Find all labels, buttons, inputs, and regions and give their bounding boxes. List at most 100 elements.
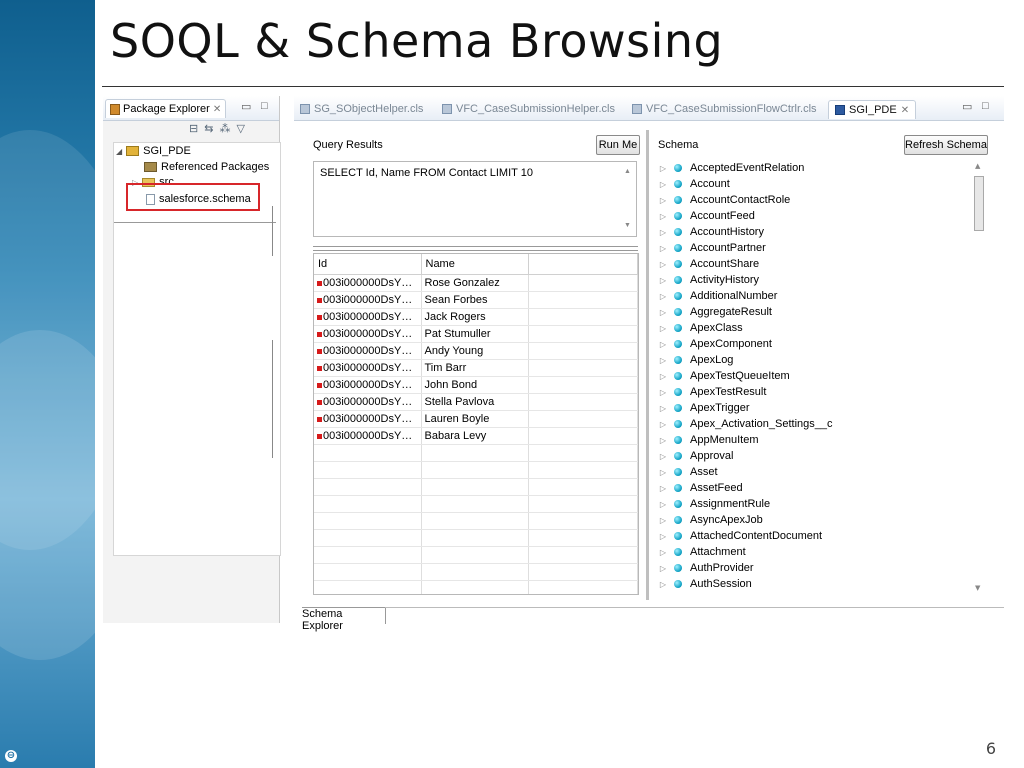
minimize-icon[interactable]: ▭ <box>241 100 251 113</box>
tree-item-referenced-packages[interactable]: Referenced Packages <box>144 161 269 173</box>
scroll-down-icon[interactable]: ▼ <box>624 222 631 229</box>
schema-item[interactable]: ▷ Account <box>656 176 974 192</box>
expand-arrow-icon[interactable]: ▷ <box>656 516 670 525</box>
table-row-empty <box>314 529 638 547</box>
collapse-all-icon[interactable]: ⊟ <box>189 122 198 135</box>
expand-arrow-icon[interactable]: ▷ <box>656 276 670 285</box>
schema-item-label: AccountPartner <box>690 242 766 254</box>
expand-arrow-icon[interactable]: ▷ <box>656 484 670 493</box>
expand-arrow-icon[interactable]: ▷ <box>656 356 670 365</box>
expand-arrow-icon[interactable]: ▷ <box>656 404 670 413</box>
schema-item[interactable]: ▷ AttachedContentDocument <box>656 528 974 544</box>
table-row[interactable]: 003i000000DsYZo... Pat Stumuller <box>314 325 638 343</box>
tab-schema-explorer[interactable]: Schema Explorer <box>302 607 386 632</box>
schema-item[interactable]: ▷ AccountFeed <box>656 208 974 224</box>
expand-arrow-icon[interactable]: ▷ <box>656 164 670 173</box>
table-row[interactable]: 003i000000DsYZs... Stella Pavlova <box>314 393 638 411</box>
run-me-button[interactable]: Run Me <box>596 135 640 155</box>
query-input[interactable]: SELECT Id, Name FROM Contact LIMIT 10 <box>313 161 637 237</box>
schema-item[interactable]: ▷ ApexComponent <box>656 336 974 352</box>
close-icon[interactable]: ✕ <box>901 105 909 116</box>
expand-arrow-icon[interactable]: ▷ <box>656 564 670 573</box>
schema-item[interactable]: ▷ AsyncApexJob <box>656 512 974 528</box>
tab-package-explorer[interactable]: Package Explorer ✕ <box>105 99 227 118</box>
schema-item[interactable]: ▷ AdditionalNumber <box>656 288 974 304</box>
table-row[interactable]: 003i000000DsYZn... Jack Rogers <box>314 308 638 326</box>
cell-empty <box>528 529 638 547</box>
schema-item[interactable]: ▷ Apex_Activation_Settings__c <box>656 416 974 432</box>
schema-item[interactable]: ▷ ApexTestResult <box>656 384 974 400</box>
schema-item[interactable]: ▷ Approval <box>656 448 974 464</box>
table-row[interactable]: 003i000000DsYZq... Tim Barr <box>314 359 638 377</box>
tab-sgi-pde[interactable]: SGI_PDE ✕ <box>828 100 917 119</box>
maximize-icon[interactable]: □ <box>261 100 268 112</box>
expand-arrow-icon[interactable]: ▷ <box>656 228 670 237</box>
close-icon[interactable]: ✕ <box>213 104 221 115</box>
column-header-id[interactable]: Id <box>314 254 422 275</box>
table-row[interactable]: 003i000000DsYZr... John Bond <box>314 376 638 394</box>
scroll-down-icon[interactable]: ▼ <box>975 584 980 592</box>
schema-item[interactable]: ▷ ActivityHistory <box>656 272 974 288</box>
schema-item[interactable]: ▷ AggregateResult <box>656 304 974 320</box>
schema-item[interactable]: ▷ AuthProvider <box>656 560 974 576</box>
expand-arrow-icon[interactable]: ▷ <box>656 260 670 269</box>
schema-item[interactable]: ▷ AcceptedEventRelation <box>656 160 974 176</box>
schema-item[interactable]: ▷ AccountHistory <box>656 224 974 240</box>
column-header-name[interactable]: Name <box>421 254 529 275</box>
minimize-icon[interactable]: ▭ <box>962 100 972 113</box>
sobject-icon <box>674 532 682 540</box>
scrollbar-thumb[interactable] <box>974 176 984 231</box>
scroll-up-icon[interactable]: ▲ <box>624 168 631 175</box>
tab-vfc-casesubmissionflowctrlr[interactable]: VFC_CaseSubmissionFlowCtrlr.cls <box>632 100 817 118</box>
refresh-schema-button[interactable]: Refresh Schema <box>904 135 988 155</box>
expand-arrow-icon[interactable]: ▷ <box>656 196 670 205</box>
expand-arrow-icon[interactable]: ▷ <box>656 548 670 557</box>
expand-arrow-icon[interactable]: ▷ <box>656 436 670 445</box>
expand-arrow-icon[interactable]: ▷ <box>656 340 670 349</box>
schema-item[interactable]: ▷ ApexClass <box>656 320 974 336</box>
scroll-up-icon[interactable]: ▲ <box>975 162 980 170</box>
table-row[interactable]: 003i000000DsYZu... Babara Levy <box>314 427 638 445</box>
query-splitter[interactable] <box>313 246 638 251</box>
expand-arrow-icon[interactable]: ▷ <box>656 212 670 221</box>
schema-item[interactable]: ▷ AssetFeed <box>656 480 974 496</box>
expand-arrow-icon[interactable]: ▷ <box>656 468 670 477</box>
expand-arrow-icon[interactable]: ▷ <box>656 244 670 253</box>
expand-arrow-icon[interactable]: ▷ <box>656 180 670 189</box>
tree-item-project[interactable]: ◢ SGI_PDE <box>116 145 191 157</box>
expand-arrow-icon[interactable]: ▷ <box>656 452 670 461</box>
tab-vfc-casesubmissionhelper[interactable]: VFC_CaseSubmissionHelper.cls <box>442 100 615 118</box>
panel-splitter[interactable] <box>646 130 649 600</box>
expand-arrow-icon[interactable]: ▷ <box>656 388 670 397</box>
schema-item[interactable]: ▷ Attachment <box>656 544 974 560</box>
schema-item[interactable]: ▷ AccountShare <box>656 256 974 272</box>
link-with-editor-icon[interactable]: ⇆ <box>204 122 213 135</box>
schema-item[interactable]: ▷ AppMenuItem <box>656 432 974 448</box>
schema-item[interactable]: ▷ ApexTestQueueItem <box>656 368 974 384</box>
collapse-arrow-icon[interactable]: ◢ <box>116 147 122 156</box>
table-row[interactable]: 003i000000DsYZp... Andy Young <box>314 342 638 360</box>
schema-scrollbar[interactable]: ▲ ▼ <box>972 160 986 600</box>
expand-arrow-icon[interactable]: ▷ <box>656 420 670 429</box>
expand-arrow-icon[interactable]: ▷ <box>656 308 670 317</box>
tab-sg-sobjecthelper[interactable]: SG_SObjectHelper.cls <box>300 100 423 118</box>
schema-item[interactable]: ▷ AuthSession <box>656 576 974 592</box>
schema-item[interactable]: ▷ AccountContactRole <box>656 192 974 208</box>
focus-icon[interactable]: ⁂ <box>219 122 230 135</box>
expand-arrow-icon[interactable]: ▷ <box>656 580 670 589</box>
schema-item[interactable]: ▷ ApexTrigger <box>656 400 974 416</box>
schema-item[interactable]: ▷ AssignmentRule <box>656 496 974 512</box>
expand-arrow-icon[interactable]: ▷ <box>656 292 670 301</box>
expand-arrow-icon[interactable]: ▷ <box>656 324 670 333</box>
table-row[interactable]: 003i000000DsYZt... Lauren Boyle <box>314 410 638 428</box>
expand-arrow-icon[interactable]: ▷ <box>656 372 670 381</box>
expand-arrow-icon[interactable]: ▷ <box>656 500 670 509</box>
table-row[interactable]: 003i000000DsYZm... Sean Forbes <box>314 291 638 309</box>
table-row[interactable]: 003i000000DsYZlA... Rose Gonzalez <box>314 274 638 292</box>
view-menu-icon[interactable]: ▽ <box>236 122 244 135</box>
schema-item[interactable]: ▷ Asset <box>656 464 974 480</box>
schema-item[interactable]: ▷ AccountPartner <box>656 240 974 256</box>
maximize-icon[interactable]: □ <box>982 100 989 112</box>
schema-item[interactable]: ▷ ApexLog <box>656 352 974 368</box>
expand-arrow-icon[interactable]: ▷ <box>656 532 670 541</box>
